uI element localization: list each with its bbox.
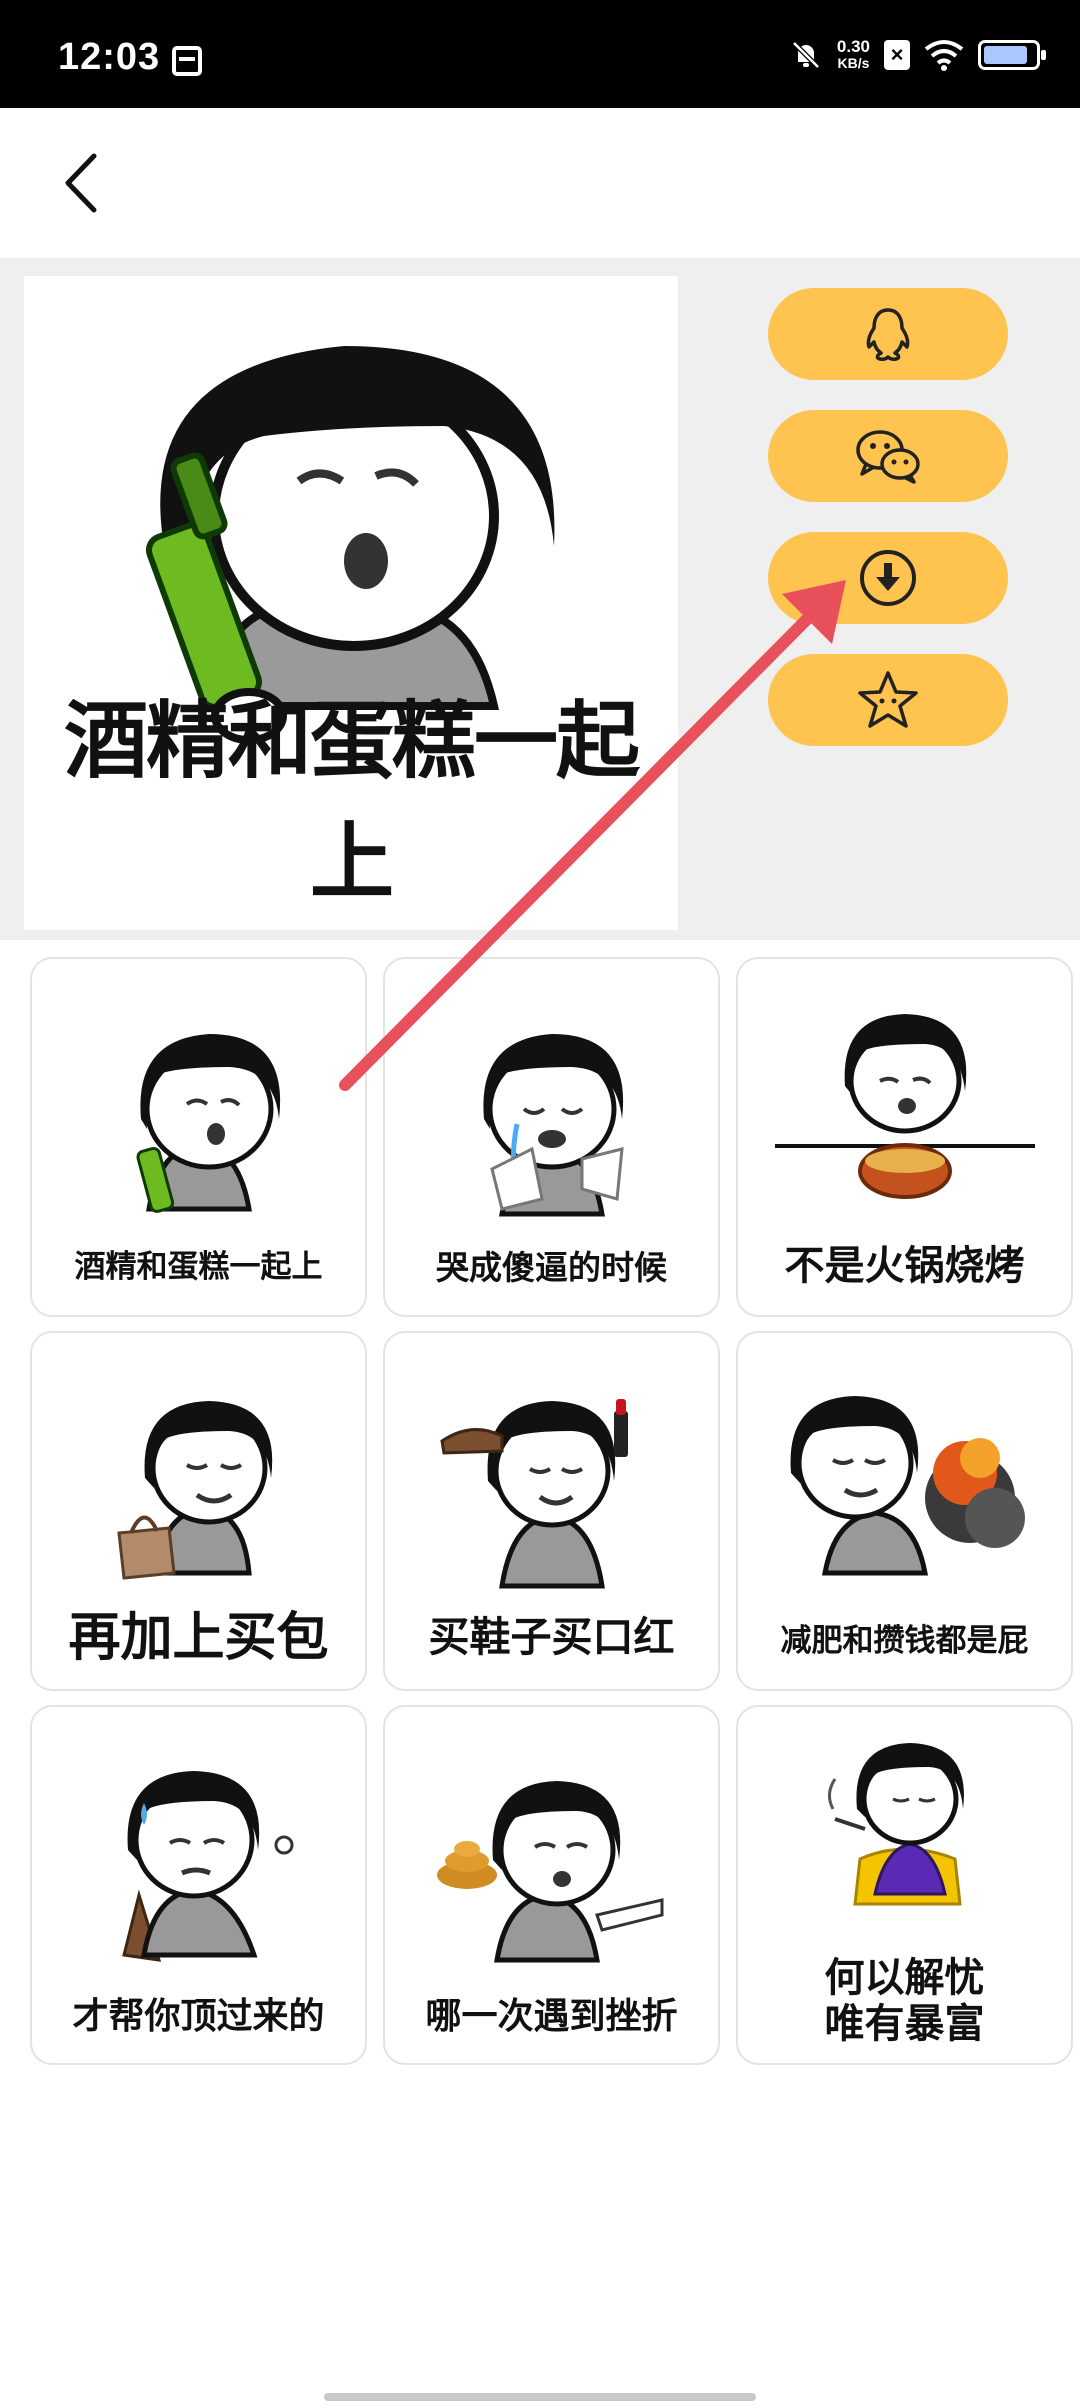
sticker-image — [827, 1743, 964, 1906]
download-button[interactable] — [768, 532, 1008, 624]
status-bar: 12:03 0.30 KB/s × — [0, 0, 1080, 108]
status-time: 12:03 — [58, 36, 161, 78]
sticker-grid: 酒精和蛋糕一起上 哭成傻逼的时候 不是火锅烧烤 再加上买包 买鞋子买口红 减肥和… — [30, 957, 1074, 2065]
wifi-icon — [924, 40, 964, 71]
sticker-caption: 哭成傻逼的时候 — [436, 1249, 667, 1286]
network-speed-unit: KB/s — [837, 55, 870, 71]
share-qq-button[interactable] — [768, 288, 1008, 380]
sticker-image — [436, 1781, 663, 1963]
sticker-card[interactable]: 买鞋子买口红 — [383, 1331, 720, 1691]
battery-icon — [978, 40, 1046, 70]
sticker-caption: 哪一次遇到挫折 — [425, 1995, 678, 2036]
sticker-caption: 买鞋子买口红 — [428, 1614, 675, 1660]
network-speed: 0.30 KB/s — [837, 38, 870, 72]
star-icon — [858, 671, 918, 728]
back-button[interactable] — [50, 148, 120, 218]
sim-x-icon: × — [884, 40, 910, 70]
sticker-card[interactable]: 哭成傻逼的时候 — [383, 957, 720, 1317]
sticker-image — [482, 1034, 624, 1217]
network-speed-value: 0.30 — [836, 37, 870, 56]
sticker-caption: 减肥和攒钱都是屁 — [780, 1623, 1029, 1658]
home-indicator[interactable] — [324, 2393, 756, 2401]
mute-bell-icon — [792, 41, 820, 69]
sticker-image — [439, 1399, 628, 1589]
top-bar — [0, 108, 1080, 258]
chevron-left-icon — [65, 153, 97, 213]
battery-fill — [984, 46, 1027, 64]
download-icon — [860, 550, 916, 606]
sticker-preview-image: 酒精和蛋糕一起上 — [24, 276, 678, 930]
sticker-card[interactable]: 不是火锅烧烤 — [736, 957, 1073, 1317]
sticker-image — [790, 1395, 1025, 1576]
sticker-image — [116, 1400, 272, 1580]
sticker-caption: 再加上买包 — [68, 1609, 329, 1667]
sticker-card[interactable]: 才帮你顶过来的 — [30, 1705, 367, 2065]
sticker-card[interactable]: 减肥和攒钱都是屁 — [736, 1331, 1073, 1691]
sticker-image — [774, 1013, 1035, 1199]
calendar-icon — [172, 46, 202, 76]
sticker-card[interactable]: 何以解忧 唯有暴富 — [736, 1705, 1073, 2065]
status-icons: 0.30 KB/s × — [789, 30, 1046, 80]
preview-caption: 酒精和蛋糕一起上 — [63, 694, 640, 909]
wechat-icon — [856, 430, 920, 484]
sticker-image — [135, 1034, 280, 1214]
favorite-button[interactable] — [768, 654, 1008, 746]
sticker-caption: 才帮你顶过来的 — [72, 1995, 325, 2036]
sticker-caption-line2: 唯有暴富 — [824, 2002, 985, 2046]
sticker-card[interactable]: 酒精和蛋糕一起上 — [30, 957, 367, 1317]
sticker-preview-section: 酒精和蛋糕一起上 — [0, 258, 1080, 940]
sticker-caption: 酒精和蛋糕一起上 — [74, 1249, 323, 1284]
share-wechat-button[interactable] — [768, 410, 1008, 502]
sticker-card[interactable]: 哪一次遇到挫折 — [383, 1705, 720, 2065]
sticker-card[interactable]: 再加上买包 — [30, 1331, 367, 1691]
sticker-image — [121, 1771, 293, 1962]
sticker-caption: 不是火锅烧烤 — [784, 1244, 1025, 1288]
qq-penguin-icon — [866, 308, 910, 361]
